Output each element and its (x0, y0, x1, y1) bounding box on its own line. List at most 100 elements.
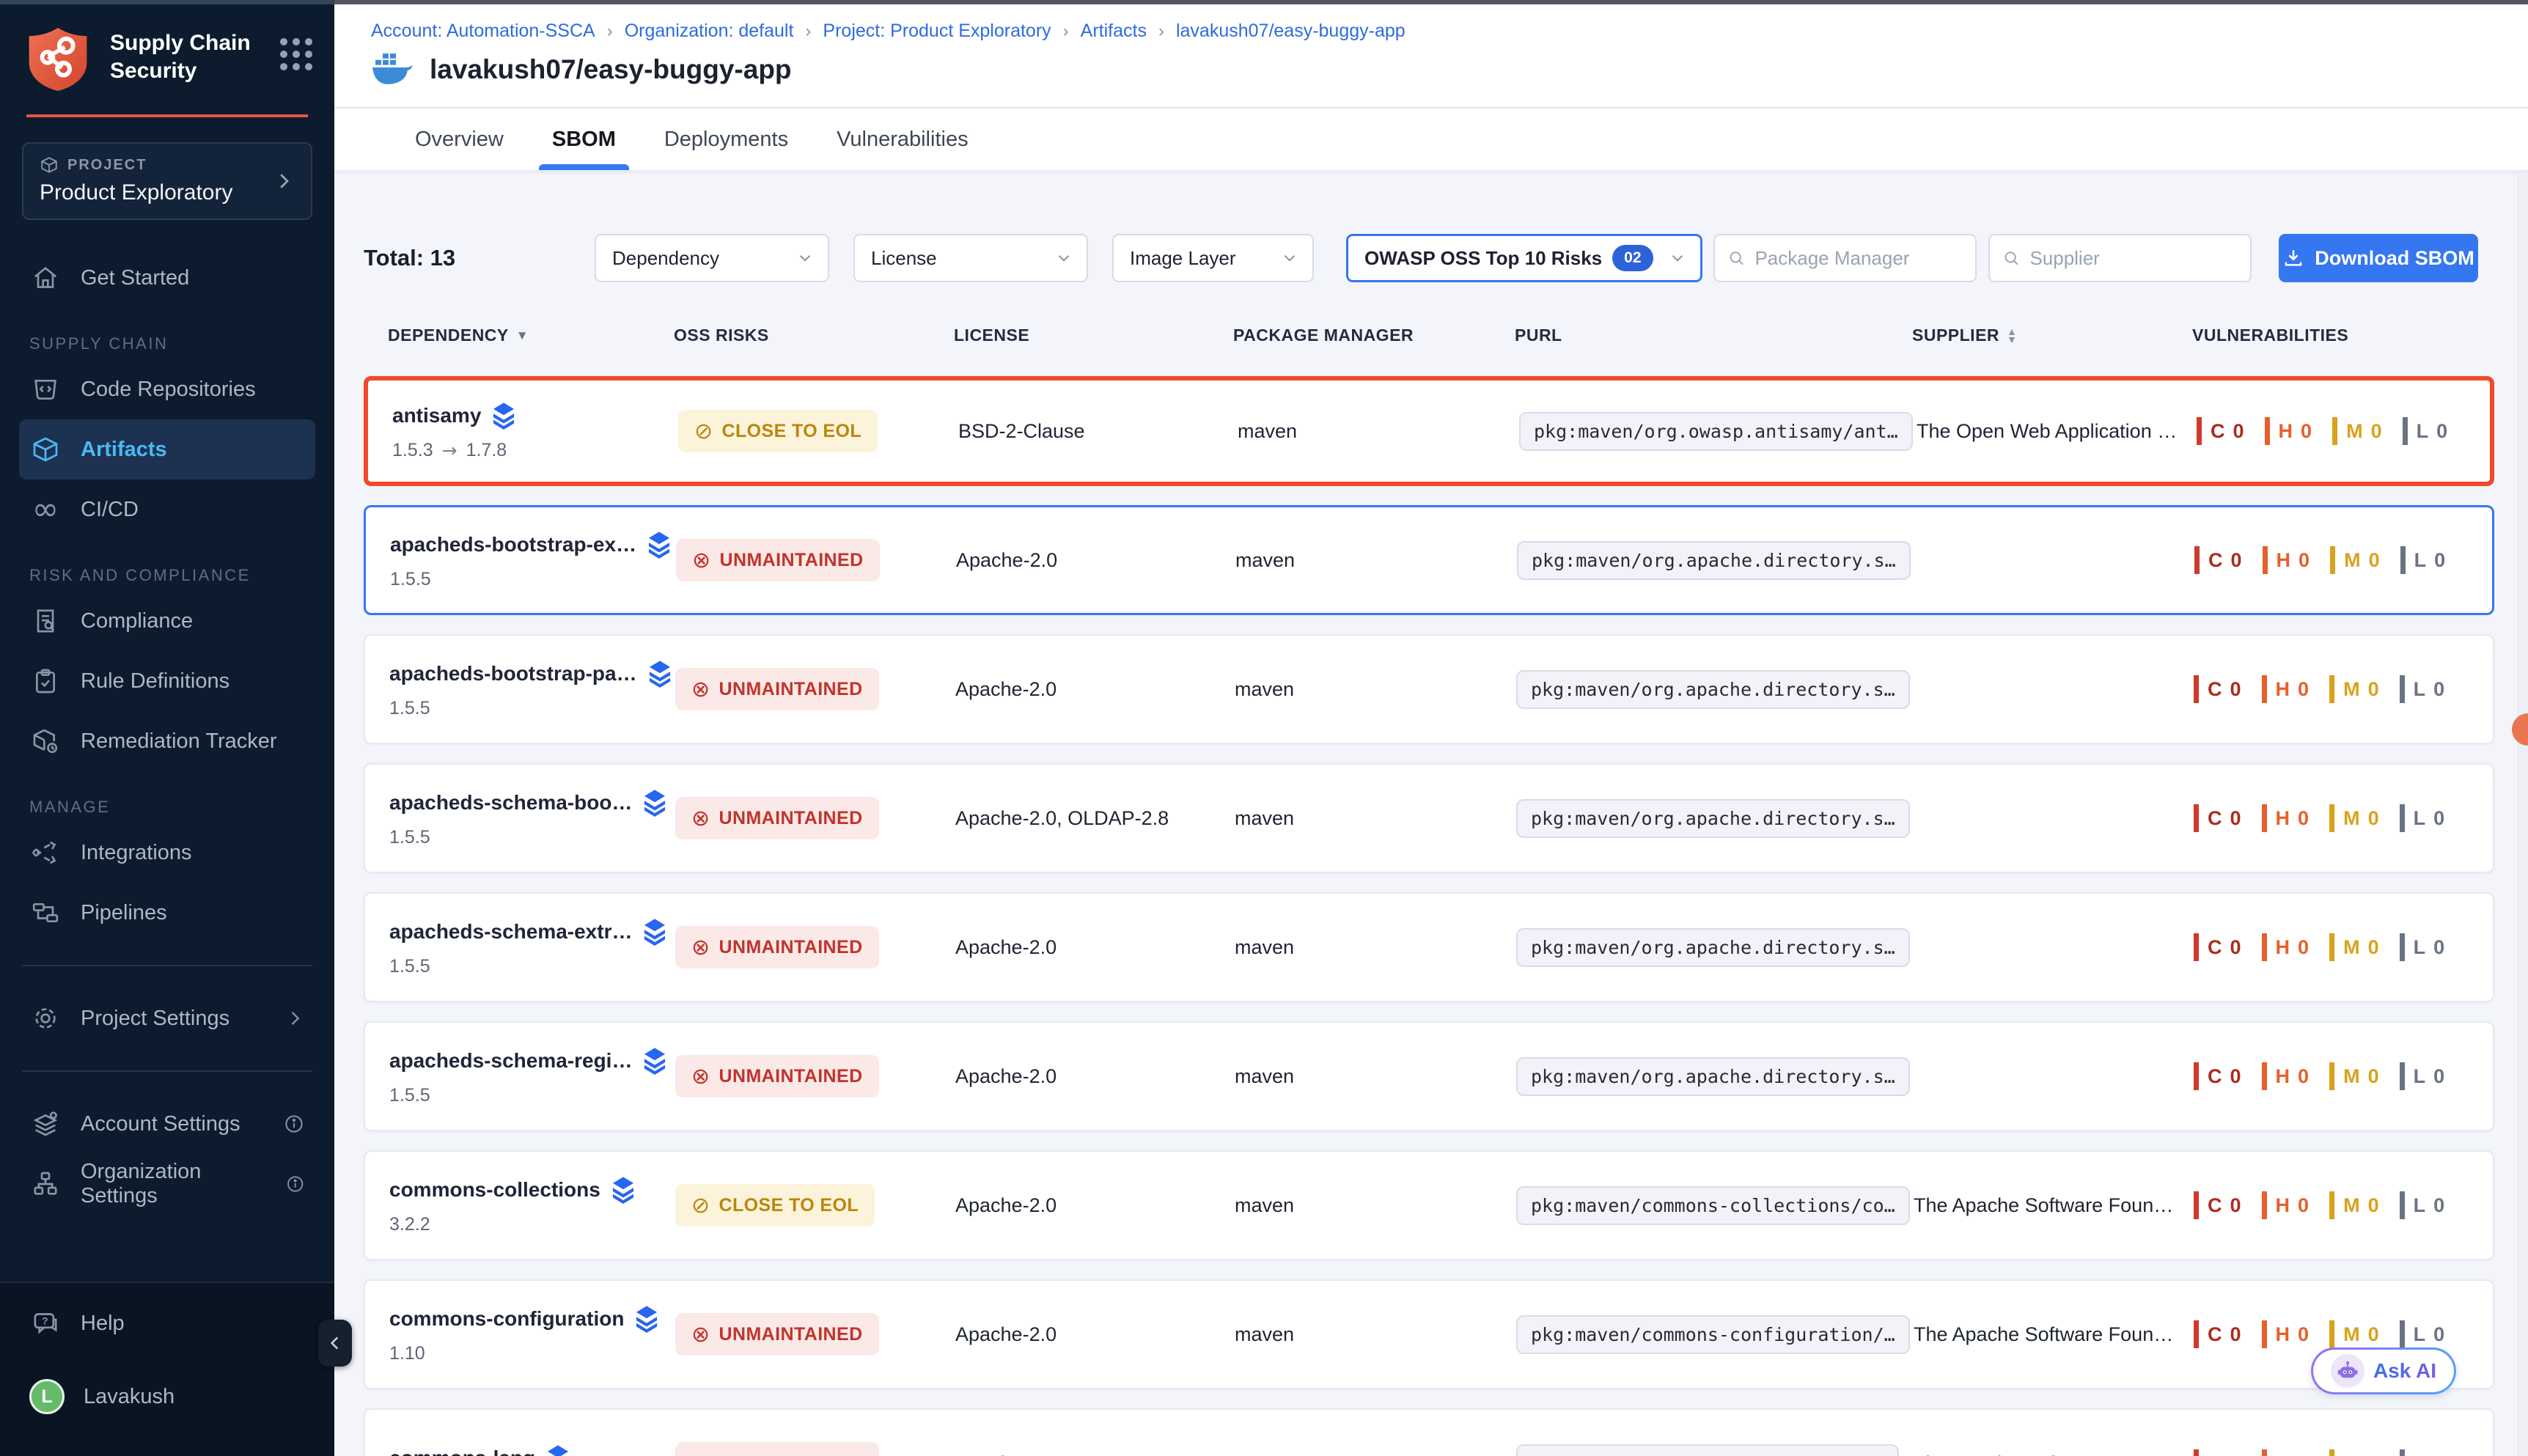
package-manager-search-input[interactable] (1754, 247, 1963, 270)
package-manager-cell: maven (1235, 636, 1294, 743)
oss-risk-badge: ⊗ UNMAINTAINED (675, 1313, 879, 1356)
purl-chip[interactable]: pkg:maven/commons-lang/commons-… (1516, 1444, 1899, 1456)
risk-status-icon: ⊗ (691, 935, 710, 960)
risk-status-icon: ⊗ (691, 1322, 710, 1347)
vulnerabilities-cell: C0H0M0L0 (2194, 1023, 2465, 1130)
purl-chip[interactable]: pkg:maven/org.apache.directory.s… (1516, 1057, 1910, 1096)
owasp-risks-filter-dropdown[interactable]: OWASP OSS Top 10 Risks 02 (1346, 234, 1702, 282)
dependency-filter-dropdown[interactable]: Dependency (595, 234, 829, 282)
clipboard-check-icon (29, 665, 62, 697)
tab-sbom[interactable]: SBOM (552, 109, 616, 170)
sidebar-item-project-settings[interactable]: Project Settings (19, 988, 315, 1048)
dependency-cell: commons-configuration 1.10 → (389, 1281, 659, 1388)
purl-chip[interactable]: pkg:maven/org.apache.directory.s… (1517, 541, 1911, 580)
tab-overview[interactable]: Overview (415, 109, 504, 170)
sidebar-item-rule-definitions[interactable]: Rule Definitions (19, 651, 315, 711)
purl-chip[interactable]: pkg:maven/commons-collections/co… (1516, 1186, 1910, 1225)
download-sbom-button[interactable]: Download SBOM (2279, 234, 2478, 282)
chevron-down-icon (1280, 249, 1299, 268)
sbom-table-body: antisamy 1.5.3 → 1.7.8 ⊘ CLOSE TO EOL BS… (364, 376, 2494, 1456)
sidebar-item-label: Artifacts (81, 438, 167, 462)
sidebar-item-integrations[interactable]: Integrations (19, 823, 315, 883)
supplier-search-input[interactable] (2029, 247, 2238, 270)
oss-risk-cell: ⊗ UNMAINTAINED (675, 1023, 879, 1130)
integrations-share-icon (29, 837, 62, 869)
table-row[interactable]: apacheds-schema-regi… 1.5.5 → ⊗ UNMAINTA… (364, 1021, 2494, 1131)
sidebar-item-help[interactable]: ? Help (19, 1293, 315, 1353)
layers-icon (634, 1305, 659, 1333)
dropdown-label: Image Layer (1130, 247, 1236, 270)
sort-both-icon: ▲▼ (2007, 328, 2017, 344)
package-manager-cell: maven (1235, 1410, 1294, 1456)
vulnerabilities-cell: C0H0M0L0 (2194, 636, 2465, 743)
sidebar-item-label: Get Started (81, 266, 189, 290)
breadcrumb-link[interactable]: Organization: default (625, 21, 794, 42)
purl-chip[interactable]: pkg:maven/commons-configuration/… (1516, 1315, 1910, 1354)
dependency-cell: commons-lang → (389, 1410, 570, 1456)
breadcrumb-link[interactable]: lavakush07/easy-buggy-app (1176, 21, 1406, 42)
table-row[interactable]: commons-configuration 1.10 → ⊗ UNMAINTAI… (364, 1279, 2494, 1389)
purl-cell: pkg:maven/org.apache.directory.s… (1516, 894, 1910, 1001)
table-row[interactable]: apacheds-bootstrap-ex… 1.5.5 → ⊗ UNMAINT… (364, 505, 2494, 615)
vuln-low-indicator: L0 (2400, 933, 2445, 961)
vuln-high-indicator: H0 (2262, 1320, 2310, 1348)
purl-chip[interactable]: pkg:maven/org.owasp.antisamy/ant… (1519, 412, 1913, 451)
table-row[interactable]: commons-lang → ⊗ UNMAINTAINED Apache-2.0… (364, 1408, 2494, 1456)
window-top-strip-sidebar (0, 0, 334, 4)
page-title: lavakush07/easy-buggy-app (430, 54, 792, 85)
table-row[interactable]: antisamy 1.5.3 → 1.7.8 ⊘ CLOSE TO EOL BS… (364, 376, 2494, 486)
ask-ai-button[interactable]: Ask AI (2311, 1347, 2456, 1394)
vuln-high-indicator: H0 (2263, 546, 2310, 574)
table-row[interactable]: apacheds-schema-extr… 1.5.5 → ⊗ UNMAINTA… (364, 892, 2494, 1002)
license-cell: Apache-2.0 (955, 1023, 1057, 1130)
purl-chip[interactable]: pkg:maven/org.apache.directory.s… (1516, 928, 1910, 967)
package-manager-cell: maven (1235, 1023, 1294, 1130)
dependency-version: 1.5.5 → (389, 956, 430, 977)
app-switcher-grid-icon[interactable] (280, 38, 312, 70)
account-settings-layers-icon (29, 1108, 62, 1140)
vuln-low-indicator: L0 (2400, 1191, 2445, 1219)
scrollbar-gutter[interactable] (2518, 174, 2528, 1456)
breadcrumb-link[interactable]: Account: Automation-SSCA (371, 21, 595, 42)
sidebar-collapse-handle[interactable] (318, 1320, 352, 1367)
layers-icon (642, 1047, 667, 1075)
column-header-dependency[interactable]: DEPENDENCY ▼ (388, 326, 529, 345)
sidebar-item-artifacts[interactable]: Artifacts (19, 419, 315, 479)
info-icon[interactable] (285, 1173, 305, 1195)
sidebar-item-pipelines[interactable]: Pipelines (19, 883, 315, 943)
column-header-supplier[interactable]: SUPPLIER ▲▼ (1912, 326, 2017, 345)
sidebar-item-get-started[interactable]: Get Started (19, 248, 315, 308)
purl-chip[interactable]: pkg:maven/org.apache.directory.s… (1516, 799, 1910, 838)
dependency-version: 1.5.5 → (389, 698, 430, 719)
table-row[interactable]: apacheds-schema-boo… 1.5.5 → ⊗ UNMAINTAI… (364, 763, 2494, 873)
info-icon[interactable] (283, 1113, 305, 1135)
help-chat-icon: ? (29, 1307, 62, 1339)
breadcrumb-link[interactable]: Project: Product Exploratory (823, 21, 1051, 42)
sidebar-item-code-repositories[interactable]: Code Repositories (19, 359, 315, 419)
dependency-cell: apacheds-schema-boo… 1.5.5 → (389, 765, 667, 872)
license-cell: Apache-2.0 (956, 507, 1057, 613)
sidebar-item-label: Integrations (81, 841, 192, 865)
sidebar-item-organization-settings[interactable]: Organization Settings (19, 1154, 315, 1214)
image-layer-filter-dropdown[interactable]: Image Layer (1112, 234, 1314, 282)
section-manage: MANAGE (29, 798, 334, 817)
purl-chip[interactable]: pkg:maven/org.apache.directory.s… (1516, 670, 1910, 709)
table-row[interactable]: apacheds-bootstrap-pa… 1.5.5 → ⊗ UNMAINT… (364, 634, 2494, 744)
tab-vulnerabilities[interactable]: Vulnerabilities (837, 109, 968, 170)
package-manager-search (1713, 234, 1977, 282)
breadcrumb-link[interactable]: Artifacts (1081, 21, 1147, 42)
dependency-version: 1.5.3 → 1.7.8 (392, 440, 507, 461)
table-row[interactable]: commons-collections 3.2.2 → ⊘ CLOSE TO E… (364, 1150, 2494, 1260)
vuln-critical-indicator: C0 (2194, 1191, 2241, 1219)
sidebar-item-compliance[interactable]: Compliance (19, 591, 315, 651)
project-selector[interactable]: PROJECT Product Exploratory (22, 142, 312, 220)
sidebar-item-user[interactable]: L Lavakush (19, 1367, 315, 1427)
home-icon (29, 262, 62, 294)
license-filter-dropdown[interactable]: License (853, 234, 1088, 282)
dropdown-label: License (871, 247, 937, 270)
vuln-critical-indicator: C0 (2194, 546, 2242, 574)
tab-deployments[interactable]: Deployments (664, 109, 788, 170)
sidebar-item-remediation-tracker[interactable]: Remediation Tracker (19, 711, 315, 771)
sidebar-item-account-settings[interactable]: Account Settings (19, 1094, 315, 1154)
sidebar-item-cicd[interactable]: ∞ CI/CD (19, 479, 315, 540)
